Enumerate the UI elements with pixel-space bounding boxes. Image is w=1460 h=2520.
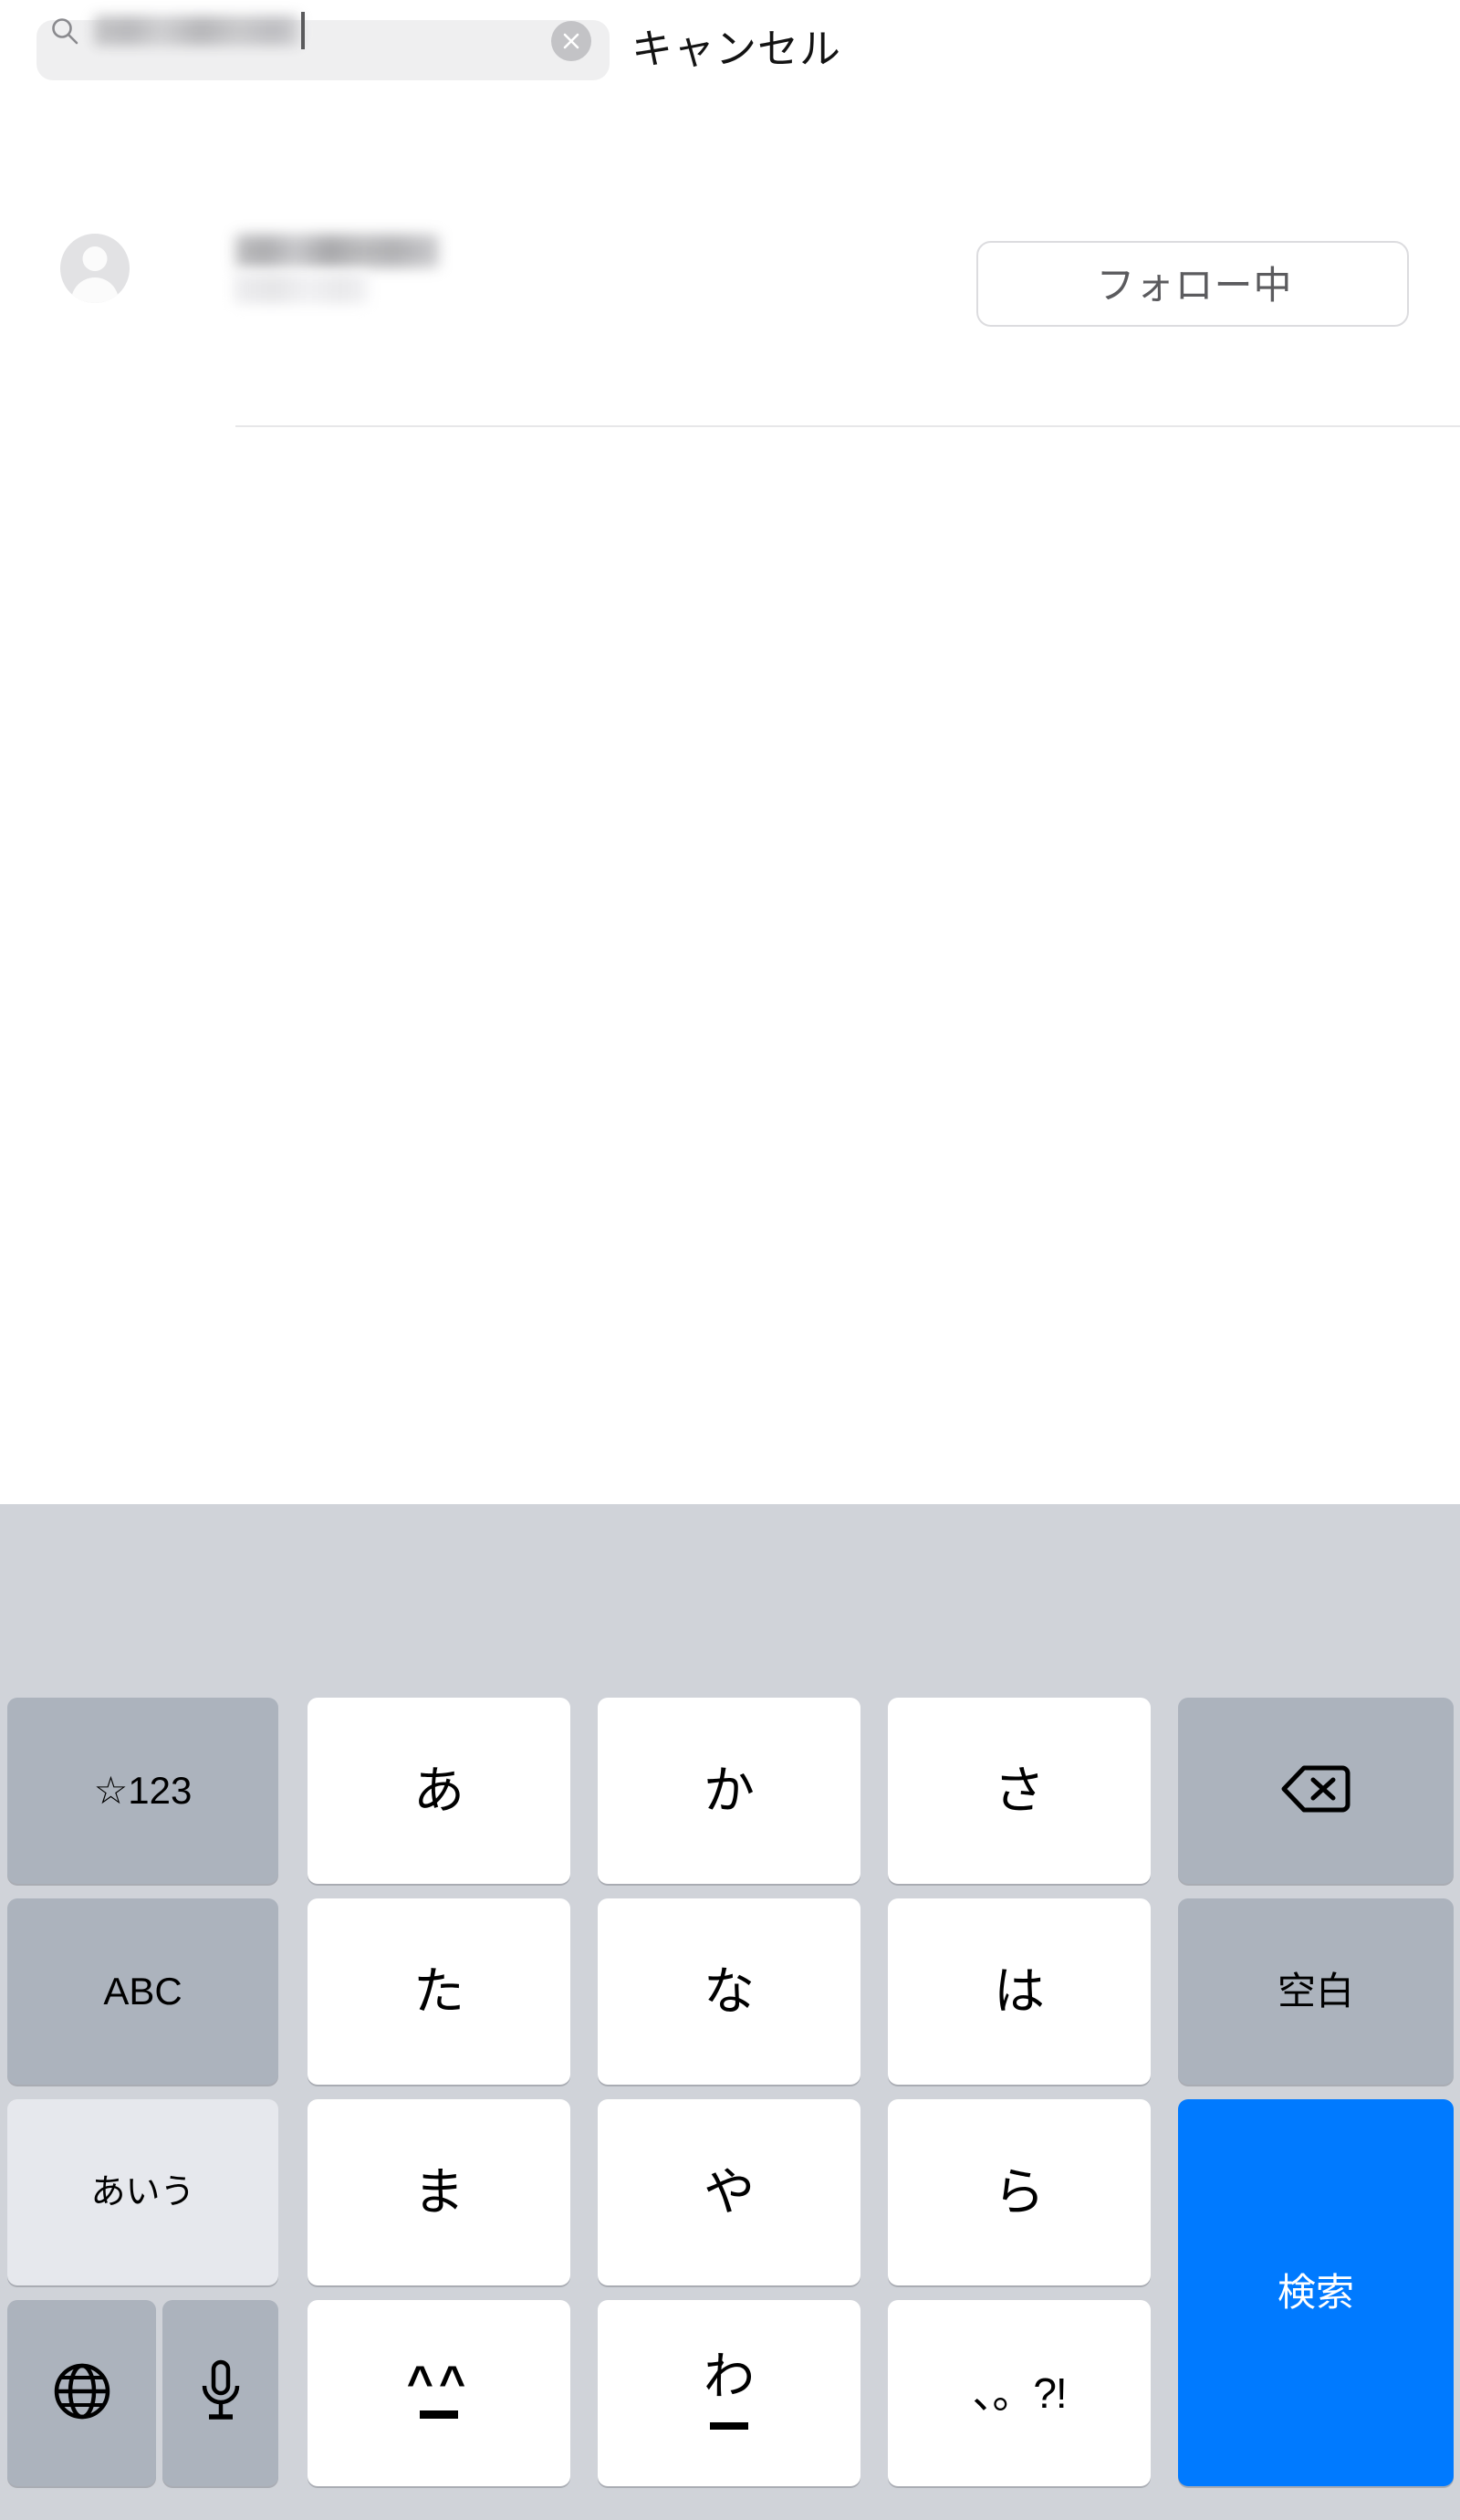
key-kaomoji[interactable]: ^^	[308, 2300, 570, 2486]
key-dictation[interactable]	[162, 2300, 278, 2486]
key-ra-row[interactable]: ら	[888, 2099, 1151, 2285]
key-ha-row[interactable]: は	[888, 1898, 1151, 2085]
key-symbols-123-label: ☆123	[93, 1769, 193, 1812]
cancel-button[interactable]: キャンセル	[631, 16, 933, 83]
key-search-return[interactable]: 検索	[1178, 2099, 1454, 2486]
following-button-label: フォロー中	[1096, 264, 1293, 307]
key-wa-row[interactable]: わ	[598, 2300, 860, 2486]
key-ha-row-label: は	[994, 1962, 1045, 2020]
avatar-body-shape	[71, 277, 119, 303]
default-person-avatar-icon	[60, 234, 130, 303]
key-wa-row-label: わ	[704, 2347, 755, 2405]
search-bar: キャンセル	[0, 0, 1460, 108]
keyboard-suggestion-bar	[0, 1504, 1460, 1694]
japanese-kana-keyboard: ☆123 あ か さ ABC た な は 空白 あいう ま や ら 検索 ^^ …	[0, 1504, 1460, 2520]
key-ka-row[interactable]: か	[598, 1698, 860, 1884]
key-abc[interactable]: ABC	[7, 1898, 278, 2085]
key-wa-underscore	[710, 2422, 748, 2430]
key-delete[interactable]	[1178, 1698, 1454, 1884]
key-punctuation[interactable]: 、。?!	[888, 2300, 1151, 2486]
key-symbols-123[interactable]: ☆123	[7, 1698, 278, 1884]
key-na-row-label: な	[704, 1962, 755, 2020]
key-ya-row-label: や	[704, 2163, 755, 2221]
delete-backspace-icon	[1280, 1762, 1351, 1820]
key-ya-row[interactable]: や	[598, 2099, 860, 2285]
key-space-label: 空白	[1277, 1970, 1354, 2013]
result-handle-redacted	[234, 273, 369, 304]
microphone-icon	[197, 2358, 245, 2429]
key-ra-row-label: ら	[994, 2163, 1045, 2221]
key-a-row-label: あ	[413, 1762, 464, 1819]
key-search-return-label: 検索	[1277, 2271, 1354, 2314]
keyboard-key-grid: ☆123 あ か さ ABC た な は 空白 あいう ま や ら 検索 ^^ …	[0, 1694, 1460, 2520]
key-ma-row-label: ま	[413, 2163, 464, 2221]
following-button[interactable]: フォロー中	[976, 241, 1409, 327]
key-wa-row-glyph: わ	[688, 2349, 770, 2437]
key-ta-row-label: た	[413, 1962, 464, 2020]
key-sa-row[interactable]: さ	[888, 1698, 1151, 1884]
text-cursor	[301, 12, 305, 49]
search-result-row[interactable]: フォロー中	[0, 219, 1460, 334]
key-sa-row-label: さ	[994, 1762, 1045, 1819]
key-na-row[interactable]: な	[598, 1898, 860, 2085]
key-globe-language[interactable]	[7, 2300, 156, 2486]
key-kana-mode[interactable]: あいう	[7, 2099, 278, 2285]
key-punctuation-label: 、。?!	[972, 2369, 1067, 2417]
key-ka-row-label: か	[704, 1762, 755, 1819]
kaomoji-eyes: ^^	[406, 2357, 472, 2408]
key-ta-row[interactable]: た	[308, 1898, 570, 2085]
avatar-head-shape	[82, 246, 108, 271]
result-display-name-redacted	[235, 235, 439, 267]
key-abc-label: ABC	[103, 1970, 182, 2013]
key-kana-mode-label: あいう	[90, 2173, 195, 2212]
key-a-row[interactable]: あ	[308, 1698, 570, 1884]
search-query-redacted-text	[94, 16, 299, 46]
key-ma-row[interactable]: ま	[308, 2099, 570, 2285]
key-space[interactable]: 空白	[1178, 1898, 1454, 2085]
list-divider	[235, 425, 1460, 427]
clear-search-button[interactable]	[551, 21, 591, 61]
kaomoji-mouth	[420, 2410, 458, 2419]
globe-icon	[52, 2361, 112, 2426]
kaomoji-face-icon: ^^	[398, 2359, 480, 2427]
search-icon	[50, 16, 79, 46]
